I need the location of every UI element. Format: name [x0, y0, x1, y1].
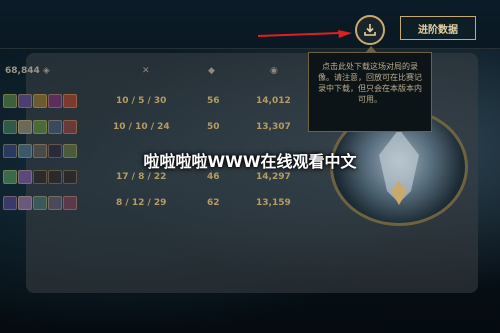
kda-value: 17 / 8 / 22: [116, 172, 167, 182]
item-icon: [63, 120, 77, 134]
item-icon: [3, 120, 17, 134]
item-icon: [33, 94, 47, 108]
item-icon: [18, 120, 32, 134]
item-icon: [3, 94, 17, 108]
gold-value: 13,159: [256, 198, 291, 208]
red-arrow-annotation: [258, 30, 352, 38]
kda-value: 10 / 5 / 30: [116, 96, 167, 106]
gold-header: ◉: [270, 66, 278, 76]
cs-header: ◆: [208, 66, 215, 76]
item-slots: [3, 170, 77, 184]
download-replay-button[interactable]: [355, 15, 385, 45]
cs-value: 50: [207, 122, 220, 132]
kda-header: ✕: [142, 66, 150, 76]
kda-icon: ✕: [142, 66, 150, 76]
item-icon: [48, 120, 62, 134]
gold-coin-icon: ◉: [270, 66, 278, 76]
table-row[interactable]: 10 / 10 / 24 50 13,307: [0, 118, 320, 138]
item-icon: [63, 196, 77, 210]
item-icon: [48, 170, 62, 184]
gold-value: 14,297: [256, 172, 291, 182]
gold-value: 14,012: [256, 96, 291, 106]
cs-value: 46: [207, 172, 220, 182]
item-icon: [18, 170, 32, 184]
item-icon: [18, 94, 32, 108]
cs-value: 56: [207, 96, 220, 106]
table-row[interactable]: 8 / 12 / 29 62 13,159: [0, 194, 320, 214]
item-icon: [3, 170, 17, 184]
gold-icon: ◈: [42, 66, 50, 76]
item-slots: [3, 120, 77, 134]
item-slots: [3, 94, 77, 108]
kda-value: 10 / 10 / 24: [113, 122, 170, 132]
item-icon: [63, 170, 77, 184]
advanced-stats-button[interactable]: 进阶数据: [400, 16, 476, 40]
watermark-text: 啦啦啦啦WWW在线观看中文: [143, 152, 357, 171]
item-icon: [33, 170, 47, 184]
team-total-gold-value: 68,844: [5, 66, 40, 76]
minion-icon: ◆: [208, 66, 215, 76]
team-total-gold: 68,844 ◈: [5, 66, 50, 76]
item-slots: [3, 196, 77, 210]
tooltip-text: 点击此处下载这场对局的录像。请注意，回放可在比赛记录中下载，但只会在本版本内可用…: [318, 62, 422, 104]
item-icon: [3, 196, 17, 210]
item-icon: [48, 94, 62, 108]
table-row[interactable]: 10 / 5 / 30 56 14,012: [0, 92, 320, 112]
advanced-stats-label: 进阶数据: [418, 24, 458, 36]
download-icon: [364, 24, 376, 36]
item-icon: [48, 196, 62, 210]
item-icon: [33, 196, 47, 210]
item-icon: [18, 196, 32, 210]
item-icon: [33, 120, 47, 134]
kda-value: 8 / 12 / 29: [116, 198, 167, 208]
download-tooltip: 点击此处下载这场对局的录像。请注意，回放可在比赛记录中下载，但只会在本版本内可用…: [308, 46, 432, 132]
gold-value: 13,307: [256, 122, 291, 132]
cs-value: 62: [207, 198, 220, 208]
item-icon: [63, 94, 77, 108]
